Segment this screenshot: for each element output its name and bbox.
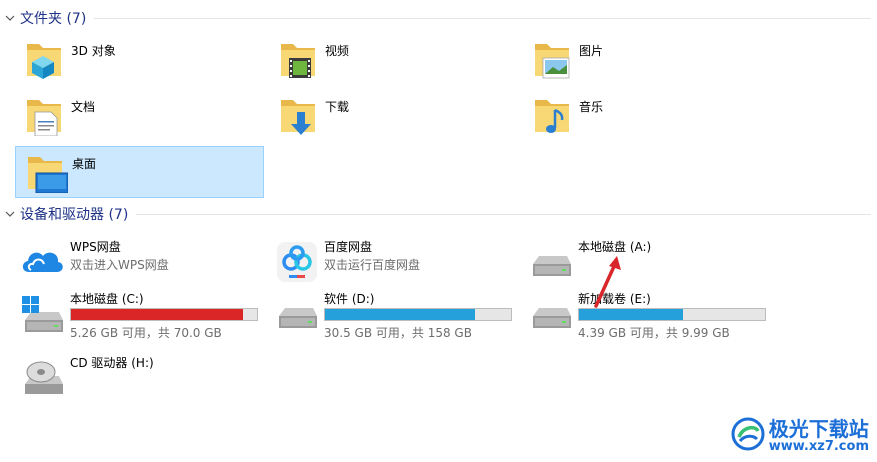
- drive-e[interactable]: 新加载卷 (E:) 4.39 GB 可用，共 9.99 GB: [523, 290, 772, 342]
- watermark-name: 极光下载站: [768, 416, 869, 441]
- folder-label: 下载: [325, 100, 350, 114]
- free-space-text: 5.26 GB 可用，共 70.0 GB: [70, 326, 222, 340]
- device-label: WPS网盘: [70, 240, 121, 254]
- device-label: 百度网盘: [324, 240, 373, 254]
- desktop-folder-icon: [22, 151, 69, 194]
- capacity-bar-fill: [325, 309, 476, 320]
- free-space-text: 30.5 GB 可用，共 158 GB: [324, 326, 472, 340]
- device-subtitle: 双击运行百度网盘: [324, 258, 421, 272]
- folder-pictures[interactable]: 图片: [523, 34, 772, 86]
- folder-desktop[interactable]: 桌面: [15, 146, 264, 198]
- folder-label: 3D 对象: [71, 44, 116, 58]
- watermark-url: www.xz7.com: [768, 438, 869, 454]
- drive-d[interactable]: 软件 (D:) 30.5 GB 可用，共 158 GB: [269, 290, 518, 342]
- devices-group-header[interactable]: 设备和驱动器 (7): [0, 204, 871, 224]
- device-subtitle: 双击进入WPS网盘: [70, 258, 169, 272]
- music-folder-icon: [529, 94, 575, 136]
- downloads-folder-icon: [275, 94, 321, 136]
- devices-group-title: 设备和驱动器 (7): [20, 207, 129, 223]
- hard-drive-icon: [527, 242, 573, 282]
- device-label: 软件 (D:): [324, 292, 375, 306]
- folder-label: 图片: [579, 44, 604, 58]
- folder-videos[interactable]: 视频: [269, 34, 518, 86]
- hard-drive-icon: [527, 294, 573, 334]
- folder-downloads[interactable]: 下载: [269, 90, 518, 142]
- 3d-objects-folder-icon: [21, 38, 67, 80]
- documents-folder-icon: [21, 94, 67, 137]
- folders-group-header[interactable]: 文件夹 (7): [0, 8, 871, 28]
- folder-documents[interactable]: 文档: [15, 90, 264, 142]
- capacity-bar: [324, 308, 512, 321]
- wps-cloud-icon: [19, 242, 65, 282]
- watermark-logo-icon: [731, 417, 765, 454]
- capacity-bar: [70, 308, 258, 321]
- drive-c[interactable]: 本地磁盘 (C:) 5.26 GB 可用，共 70.0 GB: [15, 290, 264, 342]
- device-label: CD 驱动器 (H:): [70, 356, 154, 370]
- watermark: 极光下载站 www.xz7.com: [731, 417, 869, 454]
- drive-a[interactable]: 本地磁盘 (A:): [523, 238, 772, 282]
- chevron-down-icon[interactable]: [0, 210, 20, 218]
- pictures-folder-icon: [529, 38, 575, 80]
- folder-music[interactable]: 音乐: [523, 90, 772, 142]
- cd-drive-icon: [19, 358, 65, 398]
- windows-drive-icon: [19, 294, 65, 334]
- folder-label: 桌面: [72, 157, 97, 171]
- folder-label: 音乐: [579, 100, 604, 114]
- capacity-bar-fill: [71, 309, 244, 320]
- free-space-text: 4.39 GB 可用，共 9.99 GB: [578, 326, 730, 340]
- baidu-netdisk-icon: [273, 242, 319, 282]
- folder-label: 文档: [71, 100, 96, 114]
- group-divider: [94, 17, 871, 19]
- annotation-arrow-icon: [594, 256, 621, 308]
- videos-folder-icon: [275, 38, 321, 80]
- device-label: 本地磁盘 (A:): [578, 240, 652, 254]
- device-baidu-netdisk[interactable]: 百度网盘 双击运行百度网盘: [269, 238, 518, 282]
- folder-label: 视频: [325, 44, 350, 58]
- folders-group-title: 文件夹 (7): [20, 11, 87, 27]
- folder-3d-objects[interactable]: 3D 对象: [15, 34, 264, 86]
- device-wps-cloud[interactable]: WPS网盘 双击进入WPS网盘: [15, 238, 264, 282]
- device-label: 本地磁盘 (C:): [70, 292, 144, 306]
- group-divider: [136, 213, 871, 215]
- drive-h[interactable]: CD 驱动器 (H:): [15, 354, 264, 398]
- chevron-down-icon[interactable]: [0, 14, 20, 22]
- capacity-bar-fill: [579, 309, 684, 320]
- hard-drive-icon: [273, 294, 319, 334]
